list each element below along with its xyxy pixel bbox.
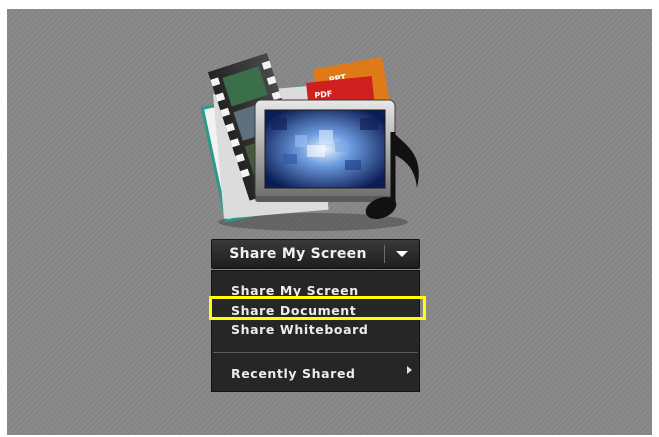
chevron-right-icon [407,366,412,374]
menu-item-share-whiteboard[interactable]: Share Whiteboard [231,322,368,338]
share-button-label[interactable]: Share My Screen [212,240,384,268]
share-menu: Share My Screen Share Document Share Whi… [211,270,420,392]
pdf-label: PDF [314,89,333,100]
share-media-icon: PPT PDF [195,50,435,235]
share-dropdown-toggle[interactable] [385,240,419,268]
chevron-down-icon [396,251,408,257]
menu-divider [213,352,418,353]
highlight-box [209,296,426,320]
menu-item-recently-shared[interactable]: Recently Shared [231,366,356,382]
share-my-screen-button[interactable]: Share My Screen [211,239,420,269]
